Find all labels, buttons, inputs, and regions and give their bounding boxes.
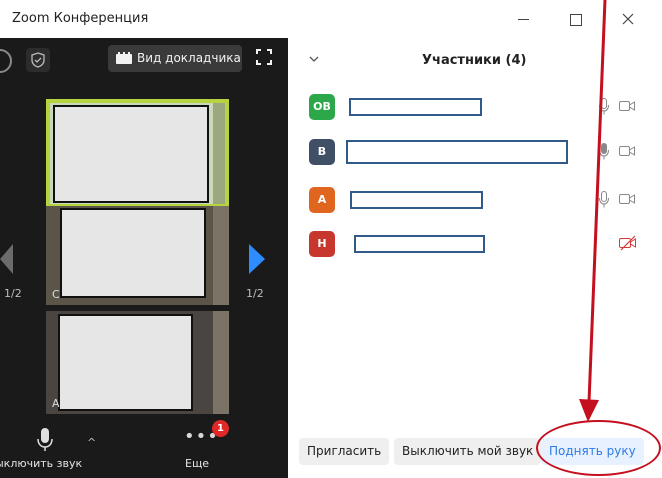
- annotation-arrow-icon: [579, 0, 607, 422]
- annotation-highlight-ellipse: [536, 420, 661, 476]
